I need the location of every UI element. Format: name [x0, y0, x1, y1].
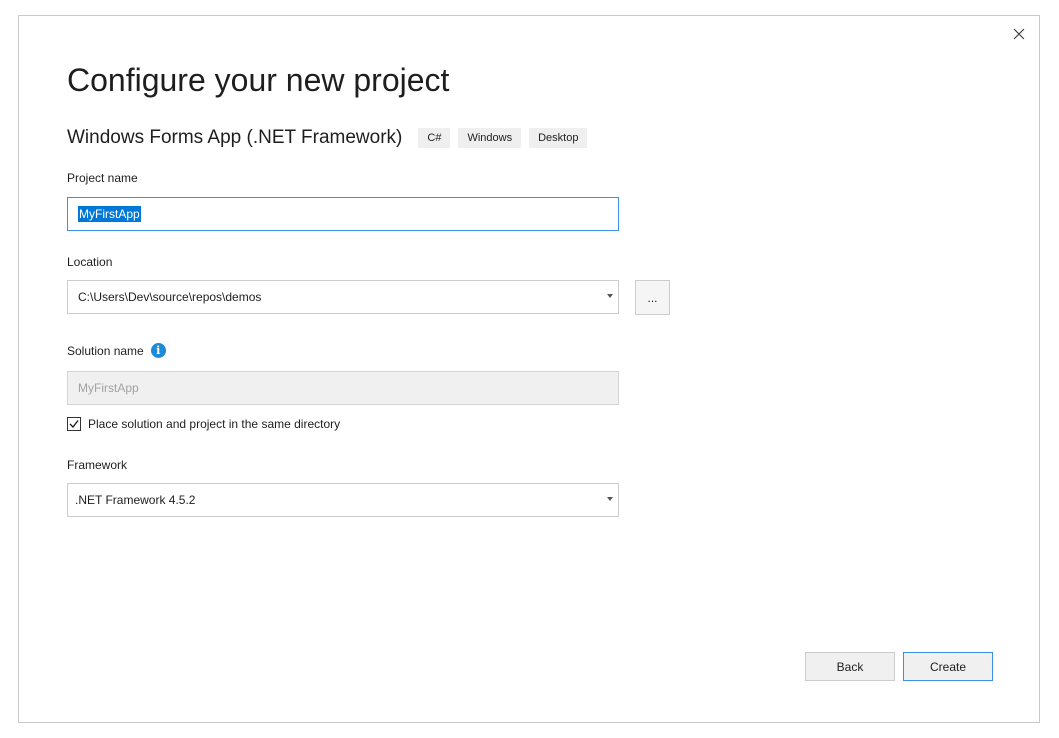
- info-icon[interactable]: i: [150, 343, 166, 358]
- chevron-down-icon[interactable]: [607, 497, 613, 501]
- close-icon: [1013, 28, 1025, 40]
- create-button[interactable]: Create: [903, 652, 993, 681]
- same-directory-label: Place solution and project in the same d…: [88, 417, 341, 431]
- project-name-label: Project name: [67, 171, 138, 185]
- location-combobox[interactable]: C:\Users\Dev\source\repos\demos: [67, 280, 619, 314]
- back-button[interactable]: Back: [805, 652, 895, 681]
- configure-project-dialog: Configure your new project Windows Forms…: [18, 15, 1040, 723]
- project-name-input[interactable]: MyFirstApp: [67, 197, 619, 231]
- framework-label: Framework: [67, 458, 128, 472]
- chevron-down-icon[interactable]: [607, 294, 613, 298]
- tag-project-type: Desktop: [529, 128, 588, 148]
- same-directory-option[interactable]: Place solution and project in the same d…: [67, 417, 340, 431]
- close-button[interactable]: [1009, 24, 1029, 44]
- framework-value: .NET Framework 4.5.2: [75, 493, 196, 507]
- location-label: Location: [67, 255, 113, 269]
- checkmark-icon: [69, 420, 79, 429]
- browse-location-button[interactable]: ...: [635, 280, 670, 315]
- solution-name-label: Solution name: [67, 343, 144, 358]
- template-info: Windows Forms App (.NET Framework) C# Wi…: [67, 126, 595, 150]
- same-directory-checkbox[interactable]: [67, 417, 81, 431]
- tag-language: C#: [418, 128, 451, 148]
- location-value: C:\Users\Dev\source\repos\demos: [78, 290, 262, 304]
- tag-platform: Windows: [458, 128, 522, 148]
- solution-name-value: MyFirstApp: [78, 381, 139, 395]
- page-title: Configure your new project: [67, 62, 450, 98]
- solution-name-label-row: Solution name i: [67, 343, 166, 358]
- project-name-value: MyFirstApp: [78, 206, 141, 222]
- template-name: Windows Forms App (.NET Framework): [67, 127, 403, 148]
- solution-name-input: MyFirstApp: [67, 371, 619, 405]
- framework-select[interactable]: .NET Framework 4.5.2: [67, 483, 619, 517]
